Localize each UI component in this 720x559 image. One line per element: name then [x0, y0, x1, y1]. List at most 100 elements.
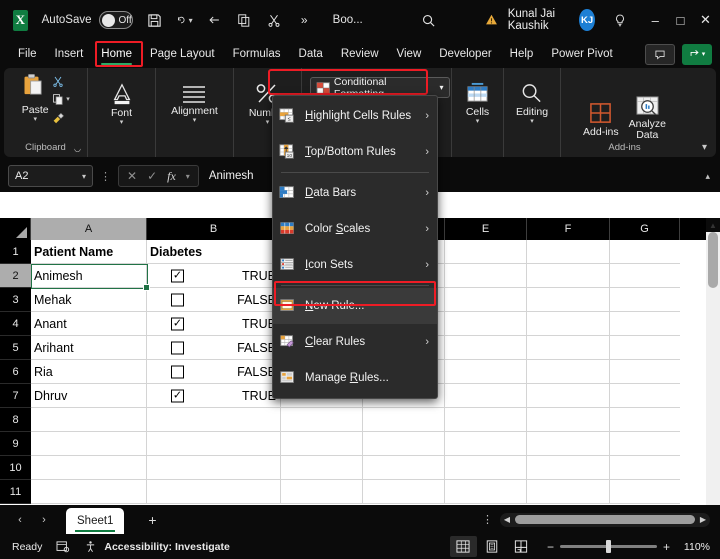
- cell-B6[interactable]: FALSE: [147, 360, 281, 384]
- accessibility-icon[interactable]: [84, 540, 97, 553]
- lightbulb-icon[interactable]: [612, 7, 629, 33]
- undo-icon[interactable]: ▾: [176, 7, 193, 33]
- menu-item-clear-rules[interactable]: Clear Rules ›: [273, 324, 437, 360]
- share-icon[interactable]: ▾: [682, 43, 712, 65]
- editing-button[interactable]: Editing ▾: [516, 82, 548, 125]
- dialog-launcher-icon[interactable]: ◡: [74, 144, 81, 153]
- checkbox-B3[interactable]: [171, 293, 184, 306]
- row-header-7[interactable]: 7: [0, 384, 31, 408]
- cell-A10[interactable]: [31, 456, 147, 480]
- cell-E8[interactable]: [445, 408, 527, 432]
- editing-dropdown-chevron[interactable]: ▾: [530, 118, 534, 125]
- cell-B11[interactable]: [147, 480, 281, 504]
- menu-item-manage-rules[interactable]: Manage Rules...: [273, 360, 437, 396]
- avatar[interactable]: KJ: [579, 9, 595, 31]
- menu-item-new-rule[interactable]: New Rule...: [273, 288, 437, 324]
- cell-G6[interactable]: [610, 360, 680, 384]
- cell-G1[interactable]: [610, 240, 680, 264]
- alignment-button[interactable]: Alignment ▾: [171, 84, 218, 124]
- paste-dropdown-chevron[interactable]: ▾: [33, 116, 37, 123]
- cell-C10[interactable]: [281, 456, 363, 480]
- vertical-scrollbar[interactable]: ▲: [706, 218, 720, 505]
- cell-B4[interactable]: ✓ TRUE: [147, 312, 281, 336]
- horizontal-scroll-thumb[interactable]: [515, 515, 695, 524]
- search-icon[interactable]: [420, 7, 437, 33]
- cf-dropdown-chevron[interactable]: ▾: [439, 83, 443, 92]
- name-box[interactable]: A2 ▾: [8, 165, 93, 187]
- cell-B9[interactable]: [147, 432, 281, 456]
- save-icon[interactable]: [146, 7, 163, 33]
- close-button[interactable]: ✕: [693, 0, 718, 40]
- menu-item-top-bottom-rules[interactable]: 10 Top/Bottom Rules ›: [273, 134, 437, 170]
- tab-help[interactable]: Help: [501, 42, 543, 66]
- menu-item-icon-sets[interactable]: Icon Sets ›: [273, 247, 437, 283]
- zoom-level[interactable]: 110%: [676, 541, 710, 553]
- cell-G3[interactable]: [610, 288, 680, 312]
- number-dropdown-chevron[interactable]: ▾: [266, 119, 270, 126]
- tab-developer[interactable]: Developer: [430, 42, 500, 66]
- add-sheet-button[interactable]: +: [142, 512, 162, 528]
- cell-E9[interactable]: [445, 432, 527, 456]
- cell-E6[interactable]: [445, 360, 527, 384]
- collapse-ribbon-chevron[interactable]: ▾: [702, 142, 707, 153]
- checkbox-B7[interactable]: ✓: [171, 389, 184, 402]
- tab-formulas[interactable]: Formulas: [224, 42, 290, 66]
- column-header-G[interactable]: G: [610, 218, 680, 240]
- cell-A2[interactable]: Animesh: [31, 264, 147, 288]
- cell-D11[interactable]: [363, 480, 445, 504]
- zoom-out-button[interactable]: −: [547, 540, 554, 554]
- row-header-8[interactable]: 8: [0, 408, 31, 432]
- row-header-2[interactable]: 2: [0, 264, 31, 288]
- cell-F6[interactable]: [527, 360, 610, 384]
- cell-G8[interactable]: [610, 408, 680, 432]
- cell-A4[interactable]: Anant: [31, 312, 147, 336]
- formula-bar-options-dots[interactable]: ⋮: [100, 170, 111, 183]
- tab-home[interactable]: Home: [92, 42, 141, 66]
- cell-A7[interactable]: Dhruv: [31, 384, 147, 408]
- hscroll-right-arrow[interactable]: ▶: [696, 515, 710, 524]
- add-ins-button[interactable]: Add-ins: [583, 102, 619, 138]
- cell-A8[interactable]: [31, 408, 147, 432]
- cell-A11[interactable]: [31, 480, 147, 504]
- zoom-slider[interactable]: [559, 540, 657, 553]
- row-header-3[interactable]: 3: [0, 288, 31, 312]
- checkbox-B2[interactable]: ✓: [171, 269, 184, 282]
- cell-G2[interactable]: [610, 264, 680, 288]
- cell-A1[interactable]: Patient Name: [31, 240, 147, 264]
- cell-E1[interactable]: [445, 240, 527, 264]
- cells-dropdown-chevron[interactable]: ▾: [476, 118, 480, 125]
- cell-F5[interactable]: [527, 336, 610, 360]
- row-header-10[interactable]: 10: [0, 456, 31, 480]
- copy-icon[interactable]: [236, 7, 253, 33]
- row-header-11[interactable]: 11: [0, 480, 31, 504]
- cell-C8[interactable]: [281, 408, 363, 432]
- column-header-E[interactable]: E: [445, 218, 527, 240]
- cell-G7[interactable]: [610, 384, 680, 408]
- maximize-button[interactable]: □: [668, 0, 693, 40]
- warning-triangle-icon[interactable]: [483, 7, 500, 33]
- cell-F2[interactable]: [527, 264, 610, 288]
- cell-F9[interactable]: [527, 432, 610, 456]
- cell-B8[interactable]: [147, 408, 281, 432]
- cell-E3[interactable]: [445, 288, 527, 312]
- cell-D8[interactable]: [363, 408, 445, 432]
- cell-F7[interactable]: [527, 384, 610, 408]
- document-name[interactable]: Boo...: [333, 14, 363, 26]
- analyze-data-button[interactable]: Analyze Data: [629, 95, 666, 141]
- normal-view-icon[interactable]: [449, 536, 477, 557]
- more-commands-icon[interactable]: »: [296, 7, 313, 33]
- redo-arrow-icon[interactable]: [206, 7, 223, 33]
- hscroll-left-arrow[interactable]: ◀: [500, 515, 514, 524]
- expand-formula-bar-chevron[interactable]: ▴: [705, 171, 710, 182]
- cell-A6[interactable]: Ria: [31, 360, 147, 384]
- copy-dropdown-chevron[interactable]: ▾: [66, 95, 70, 103]
- tab-power-pivot[interactable]: Power Pivot: [542, 42, 621, 66]
- checkbox-B6[interactable]: [171, 365, 184, 378]
- alignment-dropdown-chevron[interactable]: ▾: [193, 117, 197, 124]
- cell-C9[interactable]: [281, 432, 363, 456]
- cell-G11[interactable]: [610, 480, 680, 504]
- cell-E7[interactable]: [445, 384, 527, 408]
- copy-button[interactable]: ▾: [52, 92, 70, 106]
- cell-E10[interactable]: [445, 456, 527, 480]
- menu-item-highlight-cells-rules[interactable]: ≤ Highlight Cells Rules ›: [273, 98, 437, 134]
